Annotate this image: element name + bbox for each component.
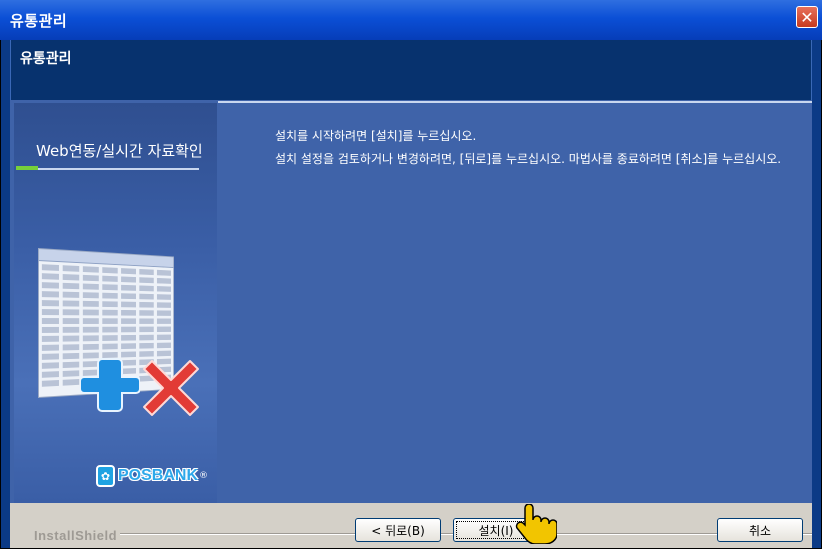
back-button[interactable]: < 뒤로(B) <box>355 518 441 542</box>
cancel-button[interactable]: 취소 <box>717 518 803 542</box>
hand-cursor-icon <box>515 504 557 544</box>
side-title-underline <box>16 168 199 170</box>
close-button[interactable]: ✕ <box>796 6 818 28</box>
side-title-accent <box>16 166 38 170</box>
header-band <box>10 40 812 100</box>
instruction-text-1: 설치를 시작하려면 [설치]를 누르십시오. <box>275 129 477 143</box>
window-title: 유통관리 <box>10 12 68 30</box>
title-bar: 유통관리 ✕ <box>0 0 822 40</box>
posbank-logo-text: POSBANK <box>117 467 198 484</box>
plus-icon <box>80 358 140 412</box>
posbank-logo: ✿ POSBANK ® <box>96 462 208 490</box>
posbank-badge-icon: ✿ <box>96 465 115 487</box>
installshield-brand: InstallShield <box>34 528 118 543</box>
page-title: 유통관리 <box>20 51 72 67</box>
x-icon <box>143 360 199 416</box>
close-icon: ✕ <box>800 7 814 27</box>
side-panel-title: Web연동/실시간 자료확인 <box>36 142 203 160</box>
registered-mark: ® <box>199 471 208 481</box>
instruction-text-2: 설치 설정을 검토하거나 변경하려면, [뒤로]를 누르십시오. 마법사를 종료… <box>275 152 782 166</box>
header-divider <box>218 101 812 103</box>
